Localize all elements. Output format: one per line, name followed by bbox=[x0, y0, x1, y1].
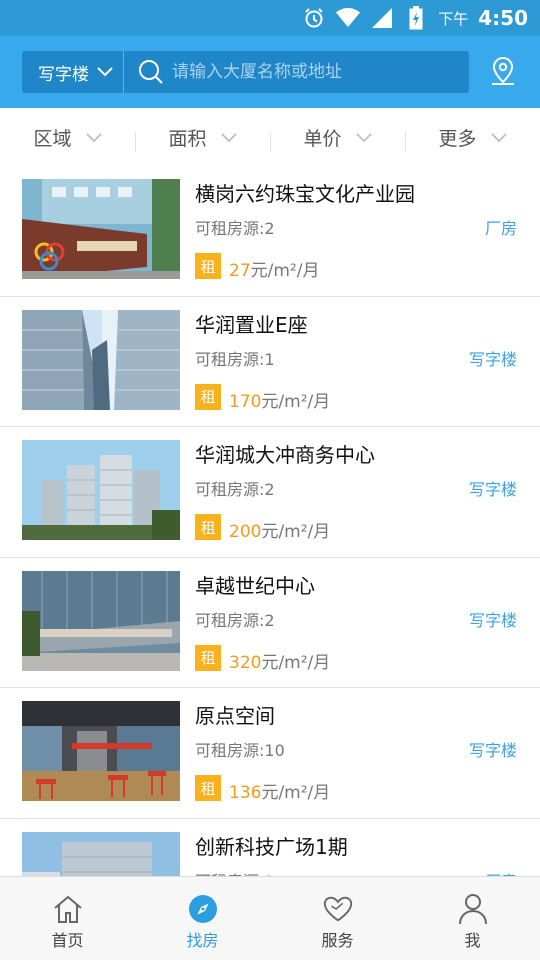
map-pin-icon bbox=[488, 56, 518, 90]
status-ampm: 下午 bbox=[438, 9, 469, 28]
chevron-down-icon bbox=[85, 126, 102, 148]
listing-availability: 可租房源:2 bbox=[195, 219, 275, 238]
chevron-down-icon bbox=[220, 126, 237, 148]
listing-availability: 可租房源:2 bbox=[195, 610, 275, 630]
search-input[interactable] bbox=[172, 62, 452, 82]
alarm-icon bbox=[302, 6, 326, 30]
listing-title: 华润置业E座 bbox=[195, 312, 308, 337]
price-unit: 元/m²/月 bbox=[261, 391, 331, 412]
listing-item[interactable]: 创新科技广场1期 可租房源:2 厂房 bbox=[0, 819, 540, 877]
listing-type: 写字楼 bbox=[468, 610, 517, 630]
listing-list: 横岗六约珠宝文化产业园 可租房源:2 厂房 租 27元/m²/月 华润置业E座 … bbox=[0, 166, 540, 876]
listing-availability: 可租房源:2 bbox=[195, 480, 275, 499]
price-unit: 元/m²/月 bbox=[261, 783, 331, 803]
filter-more[interactable]: 更多 bbox=[405, 124, 540, 152]
listing-title: 创新科技广场1期 bbox=[195, 834, 348, 859]
search-bar: 写字楼 bbox=[22, 51, 469, 93]
nav-label: 服务 bbox=[321, 931, 354, 950]
price-value: 136 bbox=[229, 783, 262, 803]
filter-price[interactable]: 单价 bbox=[270, 124, 405, 152]
battery-icon bbox=[404, 6, 428, 30]
status-clock: 4:50 bbox=[478, 6, 528, 30]
rent-badge: 租 bbox=[195, 253, 221, 279]
listing-title: 卓越世纪中心 bbox=[195, 573, 315, 598]
listing-price: 136元/m²/月 bbox=[229, 778, 330, 803]
nav-find-property[interactable]: 找房 bbox=[135, 877, 270, 960]
location-button[interactable] bbox=[486, 56, 520, 90]
listing-price: 170元/m²/月 bbox=[229, 387, 330, 412]
rent-badge: 租 bbox=[195, 514, 221, 540]
category-dropdown[interactable]: 写字楼 bbox=[22, 51, 124, 93]
filter-label: 面积 bbox=[168, 127, 207, 150]
listing-type: 厂房 bbox=[485, 868, 517, 877]
chevron-down-icon bbox=[355, 126, 372, 148]
filter-label: 区域 bbox=[33, 127, 72, 150]
listing-availability: 可租房源:1 bbox=[195, 349, 275, 369]
filter-label: 更多 bbox=[438, 127, 477, 150]
status-bar: 下午 4:50 bbox=[0, 0, 540, 36]
filter-bar: 区域 面积 单价 更多 bbox=[0, 108, 540, 166]
listing-item[interactable]: 原点空间 可租房源:10 写字楼 租 136元/m²/月 bbox=[0, 688, 540, 819]
price-unit: 元/m²/月 bbox=[261, 522, 331, 542]
listing-type: 写字楼 bbox=[468, 741, 517, 760]
header: 写字楼 bbox=[0, 36, 540, 108]
price-value: 170 bbox=[229, 391, 262, 412]
nav-me[interactable]: 我 bbox=[405, 877, 540, 960]
filter-area[interactable]: 面积 bbox=[135, 124, 270, 152]
price-unit: 元/m²/月 bbox=[250, 261, 320, 281]
price-value: 27 bbox=[229, 261, 251, 281]
user-icon bbox=[457, 893, 489, 925]
listing-availability: 可租房源:2 bbox=[195, 868, 275, 877]
compass-icon bbox=[187, 893, 219, 925]
nav-label: 找房 bbox=[186, 931, 219, 950]
listing-item[interactable]: 卓越世纪中心 可租房源:2 写字楼 租 320元/m²/月 bbox=[0, 558, 540, 688]
nav-label: 我 bbox=[464, 931, 481, 950]
century-center-facade-photo bbox=[22, 570, 180, 671]
filter-region[interactable]: 区域 bbox=[0, 124, 135, 151]
nav-services[interactable]: 服务 bbox=[270, 877, 405, 960]
listing-title: 横岗六约珠宝文化产业园 bbox=[195, 182, 415, 206]
price-value: 200 bbox=[229, 522, 262, 542]
business-center-towers-photo bbox=[22, 440, 180, 540]
price-value: 320 bbox=[229, 652, 262, 673]
price-unit: 元/m²/月 bbox=[261, 652, 331, 673]
bottom-nav: 首页 找房 服务 我 bbox=[0, 876, 540, 960]
listing-title: 华润城大冲商务中心 bbox=[195, 443, 375, 467]
wifi-icon bbox=[336, 6, 361, 30]
nav-label: 首页 bbox=[51, 931, 84, 950]
listing-price: 200元/m²/月 bbox=[229, 517, 330, 542]
listing-item[interactable]: 横岗六约珠宝文化产业园 可租房源:2 厂房 租 27元/m²/月 bbox=[0, 166, 540, 297]
nav-home[interactable]: 首页 bbox=[0, 877, 135, 960]
jewelry-park-gate-photo bbox=[22, 179, 180, 279]
listing-type: 写字楼 bbox=[468, 349, 517, 369]
listing-type: 写字楼 bbox=[468, 480, 517, 499]
signal-icon bbox=[370, 6, 394, 30]
listing-availability: 可租房源:10 bbox=[195, 741, 285, 760]
search-icon bbox=[138, 59, 164, 85]
rent-badge: 租 bbox=[195, 383, 221, 410]
heart-icon bbox=[322, 893, 354, 925]
listing-price: 27元/m²/月 bbox=[229, 256, 319, 281]
coworking-interior-photo bbox=[22, 701, 180, 801]
tech-plaza-building-photo bbox=[22, 831, 180, 876]
rent-badge: 租 bbox=[195, 644, 221, 671]
filter-label: 单价 bbox=[303, 127, 342, 150]
category-label: 写字楼 bbox=[38, 64, 89, 85]
home-icon bbox=[52, 893, 84, 925]
chevron-down-icon bbox=[97, 62, 113, 82]
listing-item[interactable]: 华润城大冲商务中心 可租房源:2 写字楼 租 200元/m²/月 bbox=[0, 427, 540, 558]
chevron-down-icon bbox=[490, 126, 507, 148]
glass-towers-sky-photo bbox=[22, 309, 180, 410]
listing-type: 厂房 bbox=[484, 219, 517, 238]
listing-price: 320元/m²/月 bbox=[229, 648, 330, 673]
listing-item[interactable]: 华润置业E座 可租房源:1 写字楼 租 170元/m²/月 bbox=[0, 297, 540, 427]
listing-title: 原点空间 bbox=[195, 704, 275, 728]
rent-badge: 租 bbox=[195, 775, 221, 801]
